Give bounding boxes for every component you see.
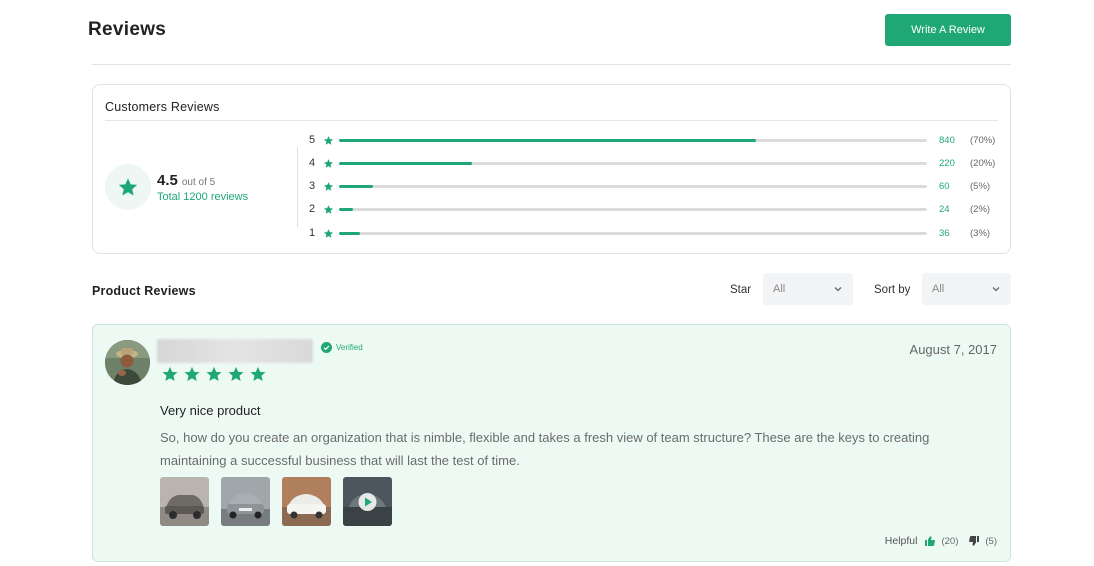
rating-row-count: 840 [939,135,955,146]
star-filter-value: All [773,283,786,295]
review-heading: Very nice product [160,403,261,418]
rating-bar-track [339,232,927,235]
star-icon [118,178,138,196]
avatar [105,340,150,385]
rating-row-2: 2 24 (2%) [309,203,999,217]
star-icon [323,136,334,145]
reviewer-name-redacted [157,339,313,363]
review-photo-thumbnail[interactable] [160,477,209,526]
star-icon [250,366,266,382]
helpful-label: Helpful [884,535,918,547]
star-icon [323,159,334,168]
rating-row-percent: (5%) [970,181,991,192]
verified-badge: Verified [321,342,363,353]
rating-bar-track [339,139,927,142]
rating-row-4: 4 220 (20%) [309,157,999,171]
review-rating [161,365,267,383]
sort-by-label: Sort by [874,284,911,296]
summary-title: Customers Reviews [105,100,220,114]
car-photo [282,477,331,526]
rating-bar-fill [339,208,354,211]
check-circle-icon [321,342,332,353]
car-photo [221,477,270,526]
review-photo-thumbnail[interactable] [282,477,331,526]
car-photo [160,477,209,526]
star-filter-label: Star [730,284,752,296]
average-rating-badge [105,164,151,210]
chevron-down-icon [834,287,842,292]
customer-reviews-summary: Customers Reviews 4.5 out of 5 Total 120… [92,84,1011,254]
rating-row-3: 3 60 (5%) [309,180,999,194]
total-reviews: Total 1200 reviews [157,191,249,203]
rating-bar-fill [339,139,757,142]
star-icon [228,366,244,382]
verified-label: Verified [336,343,363,352]
rating-row-count: 220 [939,158,955,169]
star-icon [184,366,200,382]
average-out-of: out of 5 [181,177,216,188]
review-photo-thumbnail[interactable] [221,477,270,526]
sort-by-select[interactable]: All [922,273,1011,305]
review-date: August 7, 2017 [909,342,997,357]
sort-by-value: All [932,283,945,295]
page-title: Reviews [88,19,167,40]
rating-bar-fill [339,185,373,188]
star-icon [323,182,334,191]
product-reviews-title: Product Reviews [92,284,196,298]
rating-row-percent: (70%) [970,135,996,146]
rating-row-percent: (3%) [970,228,991,239]
summary-divider [105,120,998,121]
car-photo [343,477,392,526]
star-icon [323,205,334,214]
summary-vertical-divider [297,147,298,227]
star-icon [206,366,222,382]
review-video-thumbnail[interactable] [343,477,392,526]
rating-row-1: 1 36 (3%) [309,227,999,241]
helpful-down-count: (5) [985,535,997,547]
rating-row-count: 24 [939,204,950,215]
thumbs-up-icon[interactable] [924,535,936,547]
rating-bar-fill [339,232,360,235]
star-filter-select[interactable]: All [763,273,853,305]
rating-bar-track [339,208,927,211]
rating-row-count: 36 [939,228,950,239]
rating-row-label: 2 [309,203,316,215]
star-icon [162,366,178,382]
helpful-votes: Helpful (20) (5) [885,535,997,547]
rating-bar-track [339,185,927,188]
rating-row-percent: (2%) [970,204,991,215]
review-card: Verified August 7, 2017 Very nice produc… [92,324,1011,562]
rating-row-label: 3 [309,180,316,192]
rating-row-label: 4 [309,157,316,169]
rating-row-label: 5 [309,134,316,146]
average-score: 4.5 out of 5 [157,172,215,189]
average-value: 4.5 [157,172,178,189]
review-body: So, how do you create an organization th… [160,430,930,468]
rating-bar-fill [339,162,473,165]
thumbs-down-icon[interactable] [968,535,980,547]
rating-row-count: 60 [939,181,950,192]
rating-row-percent: (20%) [970,158,996,169]
rating-row-label: 1 [309,227,316,239]
helpful-up-count: (20) [941,535,959,547]
write-review-button[interactable]: Write A Review [885,14,1011,46]
chevron-down-icon [992,287,1000,292]
star-icon [323,229,334,238]
header-divider [92,64,1011,65]
rating-bar-track [339,162,927,165]
rating-row-5: 5 840 (70%) [309,134,999,148]
